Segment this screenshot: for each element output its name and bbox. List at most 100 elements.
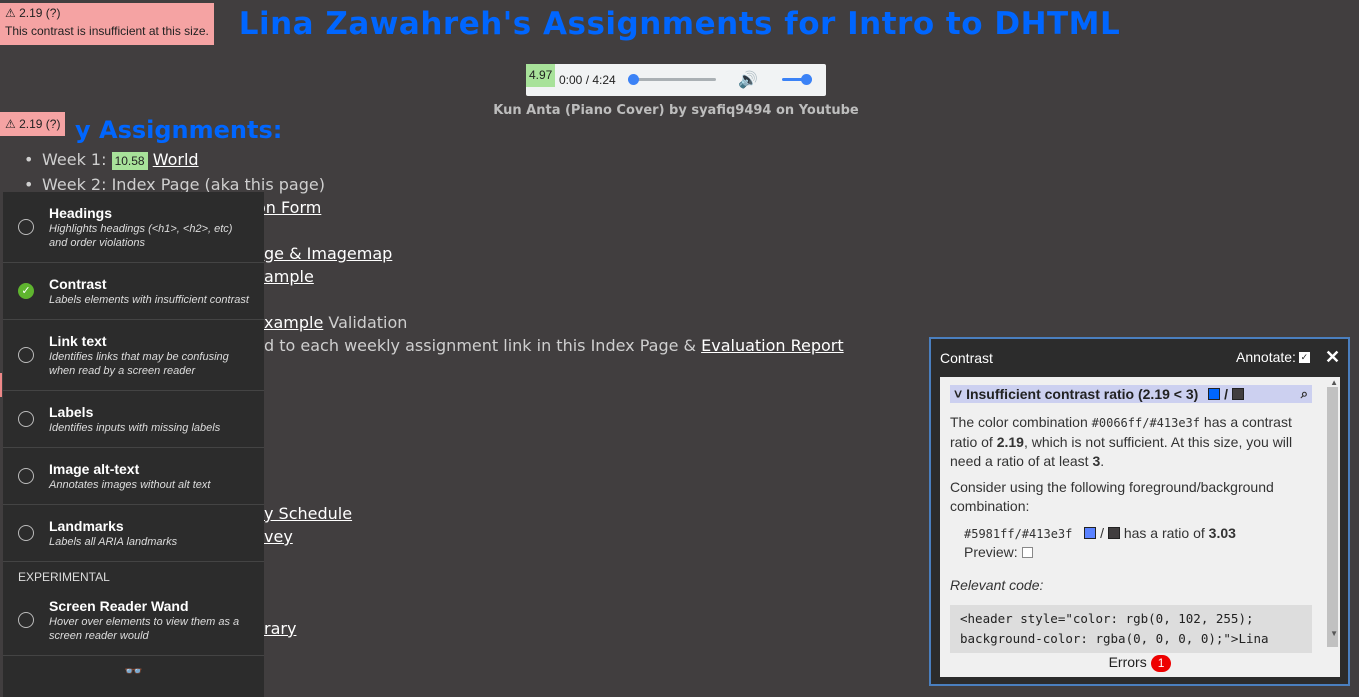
volume-handle[interactable]: [801, 74, 812, 85]
fg-swatch: [1208, 388, 1221, 400]
text: The color combination: [950, 414, 1092, 430]
issue-description: The color combination #0066ff/#413e3f ha…: [950, 413, 1312, 471]
annotate-toggle[interactable]: Annotate: ✓: [1236, 349, 1310, 365]
tool-description: Highlights headings (<h1>, <h2>, etc) an…: [49, 223, 233, 249]
errors-footer: Errors 1: [940, 654, 1340, 672]
radio-button[interactable]: [18, 612, 34, 628]
list-item-fragment: vey: [264, 527, 293, 546]
tool-title: Labels: [49, 404, 94, 420]
audio-time: 0:00 / 4:24: [559, 73, 616, 87]
text: .: [1100, 453, 1105, 469]
tool-contrast[interactable]: ✓ Contrast Labels elements with insuffic…: [3, 263, 264, 320]
library-link[interactable]: rary: [264, 619, 296, 638]
list-item-fragment: ge & Imagemap: [264, 244, 392, 263]
ratio-value: 2.19: [996, 434, 1024, 450]
tool-description: Labels all ARIA landmarks: [49, 536, 178, 548]
imagemap-link[interactable]: ge & Imagemap: [264, 244, 392, 263]
tool-screen-reader-wand[interactable]: Screen Reader Wand Hover over elements t…: [3, 585, 264, 656]
code-line: <header style="color: rgb(0, 102, 255);: [960, 611, 1254, 626]
tool-description: Identifies inputs with missing labels: [49, 422, 221, 434]
tool-description: Identifies links that may be confusing w…: [49, 351, 229, 377]
scrollbar[interactable]: [1327, 387, 1338, 647]
list-item-label: Week 1:: [42, 150, 112, 169]
preview-label: Preview:: [964, 544, 1018, 560]
audio-seek-bar[interactable]: [628, 78, 716, 81]
radio-button[interactable]: [18, 219, 34, 235]
validation-example-link[interactable]: xample: [264, 313, 323, 332]
tool-landmarks[interactable]: Landmarks Labels all ARIA landmarks: [3, 505, 264, 562]
tool-description: Hover over elements to view them as a sc…: [49, 616, 240, 642]
tool-title: Screen Reader Wand: [49, 598, 189, 614]
issue-header[interactable]: ˅ Insufficient contrast ratio (2.19 < 3)…: [950, 385, 1312, 403]
evaluation-report-link[interactable]: Evaluation Report: [701, 336, 844, 355]
contrast-warning-message: This contrast is insufficient at this si…: [5, 24, 209, 38]
errors-count-badge: 1: [1150, 655, 1172, 672]
week1-link[interactable]: World: [153, 150, 199, 169]
code-line: background-color: rgba(0, 0, 0, 0);">Lin…: [960, 631, 1269, 646]
scroll-down-icon[interactable]: ▼: [1330, 629, 1338, 638]
annotate-label: Annotate:: [1236, 349, 1296, 365]
relevant-code-label: Relevant code:: [950, 577, 1044, 593]
audio-seek-handle[interactable]: [628, 74, 639, 85]
assignment-list: Week 1: 10.58 World Week 2: Index Page (…: [24, 148, 325, 196]
checkbox-icon[interactable]: ✓: [1298, 352, 1310, 363]
example-link[interactable]: ample: [264, 267, 314, 286]
list-item-fragment: xample Validation: [264, 313, 407, 332]
survey-link[interactable]: vey: [264, 527, 293, 546]
list-item-label: Validation: [323, 313, 408, 332]
form-link[interactable]: on Form: [256, 198, 321, 217]
glasses-icon[interactable]: 👓: [3, 662, 264, 680]
tool-link-text[interactable]: Link text Identifies links that may be c…: [3, 320, 264, 391]
text: has a ratio of: [1123, 525, 1209, 541]
list-item: Week 1: 10.58 World: [24, 148, 325, 173]
checkmark-icon[interactable]: ✓: [18, 283, 34, 299]
panel-title: Contrast: [940, 350, 993, 366]
suggested-color-code: #5981ff/#413e3f: [964, 527, 1073, 541]
close-icon[interactable]: ✕: [1325, 347, 1340, 368]
tool-title: Contrast: [49, 276, 107, 292]
annotation-marker: [0, 373, 2, 397]
preview-row: Preview:: [964, 543, 1326, 562]
list-item-fragment: d to each weekly assignment link in this…: [264, 336, 844, 355]
preview-checkbox[interactable]: [1021, 547, 1033, 558]
tool-labels[interactable]: Labels Identifies inputs with missing la…: [3, 391, 264, 448]
panel-body: ▲ ▼ ˅ Insufficient contrast ratio (2.19 …: [940, 377, 1340, 677]
a11y-tools-panel: Headings Highlights headings (<h1>, <h2>…: [3, 192, 264, 697]
list-item-label: d to each weekly assignment link in this…: [264, 336, 702, 355]
bg-swatch: [1107, 527, 1120, 539]
volume-icon[interactable]: 🔊: [738, 70, 758, 90]
section-heading: y Assignments:: [75, 116, 283, 144]
experimental-label: EXPERIMENTAL: [18, 570, 110, 584]
tool-image-alt-text[interactable]: Image alt-text Annotates images without …: [3, 448, 264, 505]
contrast-panel: Contrast Annotate: ✓ ✕ ▲ ▼ ˅ Insufficient…: [929, 337, 1350, 686]
schedule-link[interactable]: y Schedule: [264, 504, 352, 523]
list-item-fragment: on Form: [256, 198, 321, 217]
suggestion-row: #5981ff/#413e3f / has a ratio of 3.03: [964, 525, 1236, 541]
magnifier-icon[interactable]: ⌕: [1301, 385, 1308, 403]
contrast-ratio-badge: 10.58: [111, 152, 148, 170]
contrast-ratio-badge: 4.97: [526, 64, 556, 87]
audio-player[interactable]: 4.97 0:00 / 4:24 🔊: [526, 64, 826, 96]
color-code: #0066ff/#413e3f: [1091, 416, 1201, 430]
contrast-warning-badge[interactable]: ⚠ 2.19 (?): [0, 112, 66, 136]
suggested-ratio-value: 3.03: [1208, 525, 1236, 541]
tool-title: Landmarks: [49, 518, 124, 534]
contrast-warning-badge[interactable]: ⚠ 2.19 (?) This contrast is insufficient…: [0, 3, 214, 45]
tool-title: Image alt-text: [49, 461, 140, 477]
tool-description: Annotates images without alt text: [49, 479, 211, 491]
bg-swatch: [1231, 388, 1244, 400]
list-item-fragment: rary: [264, 619, 296, 638]
list-item-fragment: y Schedule: [264, 504, 352, 523]
tool-headings[interactable]: Headings Highlights headings (<h1>, <h2>…: [3, 192, 264, 263]
suggestion-intro: Consider using the following foreground/…: [950, 479, 1274, 514]
radio-button[interactable]: [18, 468, 34, 484]
tool-title: Headings: [49, 205, 113, 221]
errors-label: Errors: [1108, 654, 1147, 670]
tool-description: Labels elements with insufficient contra…: [49, 294, 249, 306]
chevron-down-icon[interactable]: ˅: [954, 386, 962, 402]
radio-button[interactable]: [18, 411, 34, 427]
radio-button[interactable]: [18, 347, 34, 363]
radio-button[interactable]: [18, 525, 34, 541]
scroll-up-icon[interactable]: ▲: [1330, 378, 1338, 387]
list-item-fragment: ample: [264, 267, 314, 286]
